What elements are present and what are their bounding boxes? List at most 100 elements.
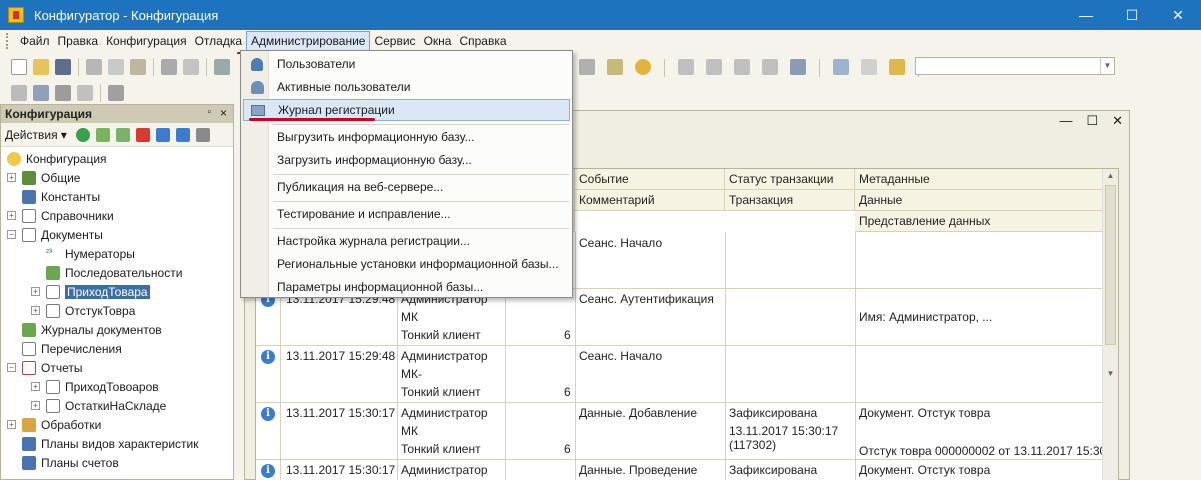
menu-service[interactable]: Сервис [370, 31, 419, 51]
row2-conn[interactable]: 6 [560, 383, 571, 401]
row3-user[interactable]: Администратор [397, 404, 488, 422]
users-icon[interactable] [790, 59, 806, 75]
tree-node-numerators[interactable]: ²³ Нумераторы [46, 244, 135, 263]
toolbar2-table-icon[interactable] [77, 85, 93, 101]
tree-node-enums[interactable]: Перечисления [22, 339, 122, 358]
module-icon[interactable] [579, 59, 595, 75]
expand-icon[interactable]: + [31, 306, 40, 315]
tree-node-otstuk-tovra[interactable]: + ОтстукТовра [31, 301, 135, 320]
menu-item-dump-ib[interactable]: Выгрузить информационную базу... [243, 126, 570, 148]
tree-node-report-ostatki[interactable]: + ОстаткиНаСкладе [31, 396, 166, 415]
expand-icon[interactable]: + [7, 211, 16, 220]
toolbar2-run-icon[interactable] [108, 85, 124, 101]
tree-node-accounts[interactable]: Планы счетов [22, 453, 119, 472]
minimize-button[interactable]: — [1063, 0, 1109, 30]
tree-node-char-plans[interactable]: Планы видов характеристик [22, 434, 198, 453]
menu-item-log-settings[interactable]: Настройка журнала регистрации... [243, 230, 570, 252]
row1-computer[interactable]: МК [397, 308, 418, 326]
window-icon[interactable] [833, 59, 849, 75]
info-icon[interactable] [635, 59, 651, 75]
tree-node-catalogs[interactable]: + Справочники [7, 206, 114, 225]
row4-tx-status[interactable]: Зафиксирована [725, 461, 817, 479]
tree-node-sequences[interactable]: Последовательности [46, 263, 182, 282]
menu-item-ib-params[interactable]: Параметры информационной базы... [243, 276, 570, 298]
open-icon[interactable] [33, 59, 49, 75]
panel-close-icon[interactable]: × [220, 106, 227, 120]
expand-icon[interactable]: + [31, 287, 40, 296]
copy-icon[interactable] [108, 59, 124, 75]
menu-item-load-ib[interactable]: Загрузить информационную базу... [243, 149, 570, 171]
new-icon[interactable] [11, 59, 27, 75]
row3-data-repr[interactable]: Отстук товра 000000002 от 13.11.2017 15:… [855, 442, 1118, 460]
menu-help[interactable]: Справка [455, 31, 510, 51]
copy-item-icon[interactable] [115, 127, 130, 142]
row3-computer[interactable]: МК [397, 422, 418, 440]
move-up-icon[interactable] [155, 127, 170, 142]
grid-scrollbar[interactable]: ▲ ▼ [1102, 169, 1118, 480]
row1-metadata[interactable]: Имя: Администратор, ... [855, 308, 992, 326]
debug-into-icon[interactable] [706, 59, 722, 75]
menu-administration[interactable]: Администрирование [246, 31, 371, 51]
row3-tx-id[interactable]: (117302) [725, 436, 776, 454]
toolbar2-db-icon[interactable] [55, 85, 71, 101]
expand-icon[interactable]: + [7, 173, 16, 182]
expand-icon[interactable]: + [31, 382, 40, 391]
combo-arrow-icon[interactable]: ▼ [1100, 58, 1114, 74]
menu-item-users[interactable]: Пользователи [243, 53, 570, 75]
expand-icon[interactable]: + [31, 401, 40, 410]
tree-node-constants[interactable]: Константы [22, 187, 100, 206]
header-comment[interactable]: Комментарий [575, 190, 725, 211]
menu-item-active-users[interactable]: Активные пользователи [243, 76, 570, 98]
row2-app[interactable]: Тонкий клиент [397, 383, 481, 401]
menu-item-regional-settings[interactable]: Региональные установки информационной ба… [243, 253, 570, 275]
row2-computer[interactable]: МК- [397, 365, 422, 383]
menu-item-test-repair[interactable]: Тестирование и исправление... [243, 203, 570, 225]
menu-configuration[interactable]: Конфигурация [102, 31, 191, 51]
search-combo[interactable]: ▼ [915, 57, 1115, 75]
row3-conn[interactable]: 6 [560, 440, 571, 458]
toolbar2-doc-icon[interactable] [11, 85, 27, 101]
row3-date[interactable]: 13.11.2017 15:30:17 [282, 404, 395, 422]
row2-date[interactable]: 13.11.2017 15:29:48 [282, 347, 395, 365]
add-icon[interactable] [75, 127, 90, 142]
header-data-repr[interactable]: Представление данных [855, 211, 1103, 232]
tree-node-config[interactable]: Конфигурация [7, 149, 107, 168]
close-button[interactable]: ✕ [1155, 0, 1201, 30]
row2-user[interactable]: Администратор [397, 347, 488, 365]
sort-icon[interactable] [195, 127, 210, 142]
header-event[interactable]: Событие [575, 169, 725, 190]
tree-node-reports[interactable]: − Отчеты [7, 358, 82, 377]
paste-icon[interactable] [130, 59, 146, 75]
maximize-button[interactable]: ☐ [1109, 0, 1155, 30]
row0-event[interactable]: Сеанс. Начало [575, 234, 662, 252]
collapse-icon[interactable]: − [7, 363, 16, 372]
scroll-down-icon[interactable]: ▼ [1105, 369, 1116, 381]
settings-icon[interactable] [889, 59, 905, 75]
row1-event[interactable]: Сеанс. Аутентификация [575, 290, 714, 308]
undo-icon[interactable] [214, 59, 230, 75]
find-icon[interactable] [183, 59, 199, 75]
tree-node-documents[interactable]: − Документы [7, 225, 103, 244]
pin-icon[interactable]: ▫ [207, 107, 211, 118]
cut-icon[interactable] [86, 59, 102, 75]
row4-event[interactable]: Данные. Проведение [575, 461, 697, 479]
tree-node-doc-journals[interactable]: Журналы документов [22, 320, 162, 339]
header-metadata[interactable]: Метаданные [855, 169, 1103, 190]
syntax-icon[interactable] [607, 59, 623, 75]
debug-out-icon[interactable] [762, 59, 778, 75]
edit-icon[interactable] [95, 127, 110, 142]
row2-event[interactable]: Сеанс. Начало [575, 347, 662, 365]
expand-icon[interactable]: + [7, 420, 16, 429]
row3-metadata[interactable]: Документ. Отстук товра [855, 404, 990, 422]
tree-node-prikhod-tovara[interactable]: + ПриходТовара [31, 282, 150, 301]
delete-icon[interactable] [135, 127, 150, 142]
row3-event[interactable]: Данные. Добавление [575, 404, 697, 422]
menu-edit[interactable]: Правка [54, 31, 103, 51]
header-tx[interactable]: Транзакция [725, 190, 855, 211]
save-icon[interactable] [55, 59, 71, 75]
row3-app[interactable]: Тонкий клиент [397, 440, 481, 458]
tree-node-common[interactable]: + Общие [7, 168, 80, 187]
menu-file[interactable]: Файл [16, 31, 54, 51]
menu-item-web-publish[interactable]: Публикация на веб-сервере... [243, 176, 570, 198]
row4-date[interactable]: 13.11.2017 15:30:17 [282, 461, 395, 479]
